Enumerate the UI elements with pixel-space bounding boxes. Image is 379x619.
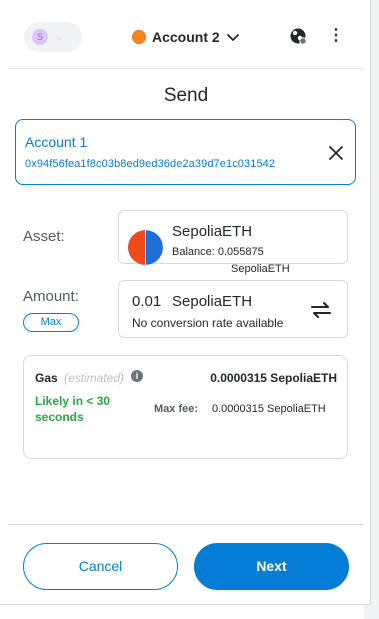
amount-unit: SepoliaETH [172, 293, 253, 310]
amount-value: 0.01 [132, 293, 162, 310]
clear-recipient-icon[interactable] [327, 144, 345, 162]
gas-timing: Likely in < 30 seconds [35, 394, 111, 424]
recipient-address: 0x94f56fea1f8c03b8ed9ed36de2a39d7e1c0315… [25, 158, 276, 170]
balance-unit: SepoliaETH [231, 263, 290, 275]
info-icon[interactable]: i [131, 370, 143, 382]
next-button[interactable]: Next [194, 543, 349, 590]
recipient-name: Account 1 [25, 134, 88, 150]
action-footer: Cancel Next [8, 524, 364, 604]
conversion-note: No conversion rate available [132, 316, 284, 330]
amount-input[interactable]: 0.01 SepoliaETH No conversion rate avail… [118, 280, 348, 338]
swap-currency-icon[interactable] [310, 301, 332, 319]
asset-balance: Balance: 0.055875 [172, 246, 264, 258]
gas-fee-card: Gas (estimated) i 0.0000315 SepoliaETH L… [23, 355, 348, 459]
balance-label: Balance: [172, 246, 215, 258]
gas-estimated-label: (estimated) [64, 371, 125, 385]
kebab-menu-icon[interactable]: ⋮ [328, 28, 344, 44]
app-header: S ⌵ Account 2 ⋮ [8, 0, 364, 69]
cancel-button[interactable]: Cancel [23, 543, 178, 590]
network-picker[interactable]: S ⌵ [24, 22, 82, 52]
amount-label: Amount: [23, 288, 79, 305]
account-name: Account 2 [152, 29, 220, 45]
page-title: Send [163, 85, 209, 106]
asset-selector[interactable]: SepoliaETH Balance: 0.055875 SepoliaETH [118, 210, 348, 275]
gas-value: 0.0000315 SepoliaETH [210, 371, 337, 385]
account-picker[interactable]: Account 2 [132, 26, 240, 48]
max-fee-label: Max fee: [154, 403, 199, 415]
connected-sites-icon[interactable] [289, 27, 307, 45]
sepolia-token-icon [128, 230, 163, 265]
account-chevron-icon [226, 34, 239, 41]
balance-value: 0.055875 [217, 246, 264, 258]
gas-label: Gas [35, 371, 58, 385]
network-badge: S [32, 29, 48, 45]
account-avatar-icon [132, 30, 146, 44]
asset-label: Asset: [23, 228, 65, 245]
max-fee-value: 0.0000315 SepoliaETH [212, 403, 326, 415]
max-button[interactable]: Max [23, 313, 79, 332]
asset-name: SepoliaETH [172, 223, 253, 240]
extension-popup: S ⌵ Account 2 ⋮ Send Account 1 0x94f56fe… [0, 0, 371, 605]
recipient-field[interactable]: Account 1 0x94f56fea1f8c03b8ed9ed36de2a3… [15, 119, 356, 185]
network-chevron-icon: ⌵ [56, 31, 63, 42]
